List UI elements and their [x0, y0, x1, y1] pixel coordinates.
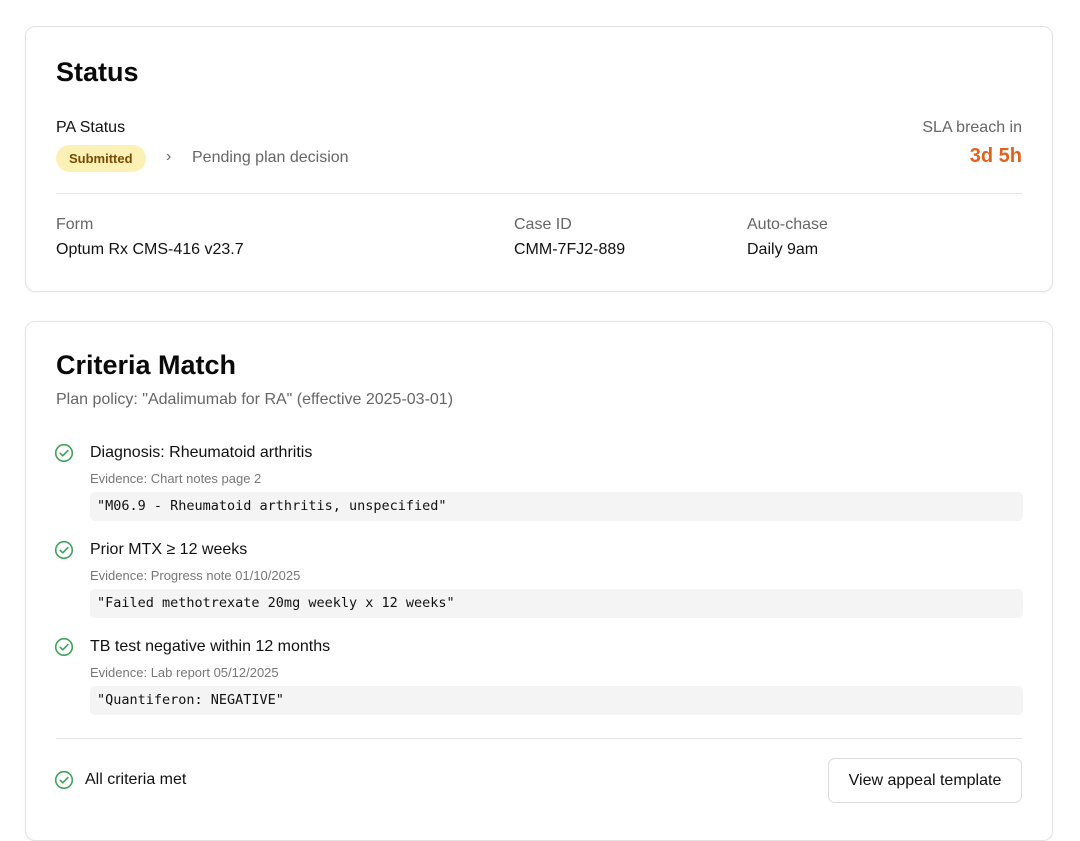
view-appeal-template-button[interactable]: View appeal template	[828, 758, 1022, 803]
criteria-card: Criteria Match Plan policy: "Adalimumab …	[25, 321, 1053, 841]
criteria-item-evidence: Evidence: Progress note 01/10/2025	[90, 568, 301, 583]
criteria-item-evidence: Evidence: Lab report 05/12/2025	[90, 665, 279, 680]
form-value: Optum Rx CMS-416 v23.7	[56, 241, 244, 258]
pending-status-text: Pending plan decision	[192, 149, 349, 166]
check-circle-icon	[54, 770, 74, 790]
all-criteria-met-text: All criteria met	[85, 771, 187, 788]
criteria-item-quote: "Failed methotrexate 20mg weekly x 12 we…	[90, 589, 1023, 618]
pa-status-label: PA Status	[56, 119, 126, 136]
criteria-item-quote: "Quantiferon: NEGATIVE"	[90, 686, 1023, 715]
status-card: Status PA Status Submitted › Pending pla…	[25, 26, 1053, 292]
criteria-item-title: TB test negative within 12 months	[90, 638, 331, 655]
status-badge: Submitted	[56, 145, 146, 172]
criteria-item-evidence: Evidence: Chart notes page 2	[90, 471, 262, 486]
plan-policy-text: Plan policy: "Adalimumab for RA" (effect…	[56, 391, 454, 408]
sla-value: 3d 5h	[969, 145, 1022, 167]
auto-chase-label: Auto-chase	[747, 216, 828, 233]
check-circle-icon	[54, 540, 74, 560]
status-title: Status	[56, 57, 139, 87]
criteria-divider	[56, 738, 1022, 739]
status-divider	[56, 193, 1022, 194]
check-circle-icon	[54, 637, 74, 657]
case-id-label: Case ID	[514, 216, 572, 233]
case-id-value: CMM-7FJ2-889	[514, 241, 626, 258]
chevron-right-icon: ›	[166, 148, 172, 165]
criteria-item-quote: "M06.9 - Rheumatoid arthritis, unspecifi…	[90, 492, 1023, 521]
criteria-item-title: Prior MTX ≥ 12 weeks	[90, 541, 248, 558]
criteria-item-title: Diagnosis: Rheumatoid arthritis	[90, 444, 313, 461]
sla-label: SLA breach in	[922, 119, 1022, 136]
auto-chase-value: Daily 9am	[747, 241, 819, 258]
criteria-title: Criteria Match	[56, 350, 237, 380]
form-label: Form	[56, 216, 94, 233]
check-circle-icon	[54, 443, 74, 463]
